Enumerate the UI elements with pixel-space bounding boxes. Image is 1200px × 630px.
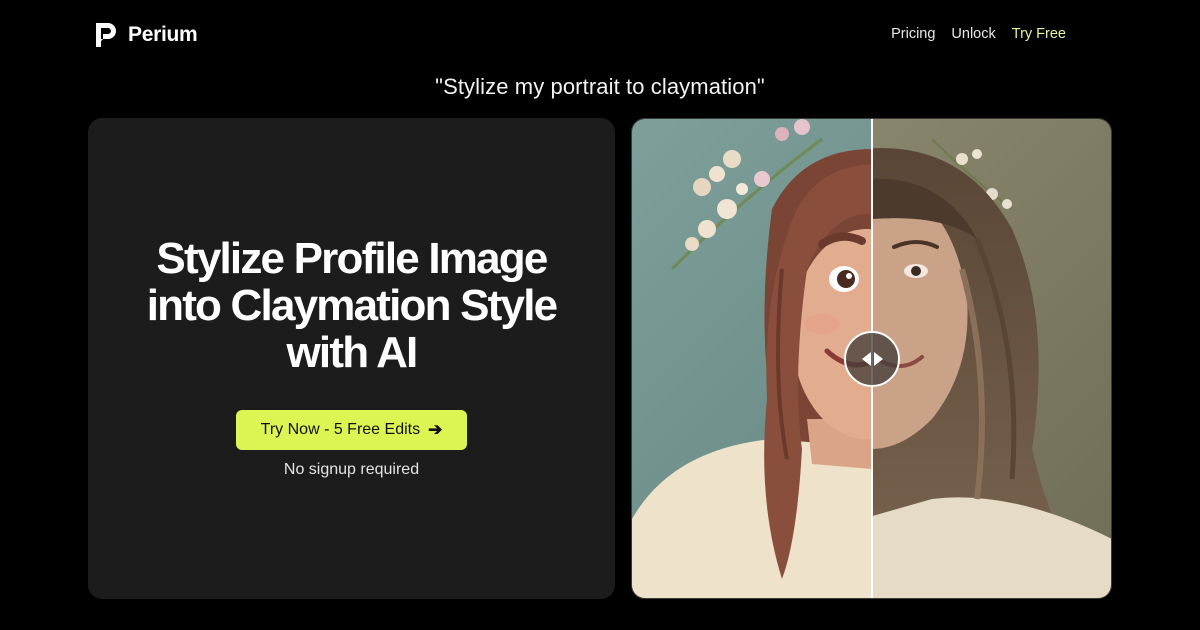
top-nav: Pricing Unlock Try Free <box>891 26 1066 42</box>
hero-headline: Stylize Profile Image into Claymation St… <box>88 235 615 376</box>
chevron-right-icon <box>873 352 883 366</box>
brand-name: Perium <box>128 23 198 46</box>
try-now-label: Try Now - 5 Free Edits <box>260 421 421 438</box>
prompt-tagline: "Stylize my portrait to claymation" <box>435 74 765 99</box>
before-after-comparison[interactable] <box>631 118 1112 599</box>
no-signup-note: No signup required <box>283 461 420 478</box>
hero-card: Stylize Profile Image into Claymation St… <box>88 118 615 599</box>
nav-pricing-link[interactable]: Pricing <box>891 26 935 42</box>
nav-unlock-link[interactable]: Unlock <box>951 26 995 42</box>
perium-logo-icon <box>96 23 116 47</box>
header: Perium Pricing Unlock Try Free <box>0 0 1200 70</box>
chevron-left-icon <box>861 352 871 366</box>
nav-try-free-link[interactable]: Try Free <box>1012 26 1066 42</box>
arrow-right-icon: ➔ <box>428 420 443 439</box>
try-now-button[interactable]: Try Now - 5 Free Edits ➔ <box>236 410 467 450</box>
comparison-slider-handle[interactable] <box>844 331 900 387</box>
headline-line-3: with AI <box>286 328 419 377</box>
brand-logo[interactable]: Perium <box>94 22 198 48</box>
headline-line-1: Stylize Profile Image <box>156 234 548 283</box>
headline-line-2: into Claymation Style <box>146 281 558 330</box>
